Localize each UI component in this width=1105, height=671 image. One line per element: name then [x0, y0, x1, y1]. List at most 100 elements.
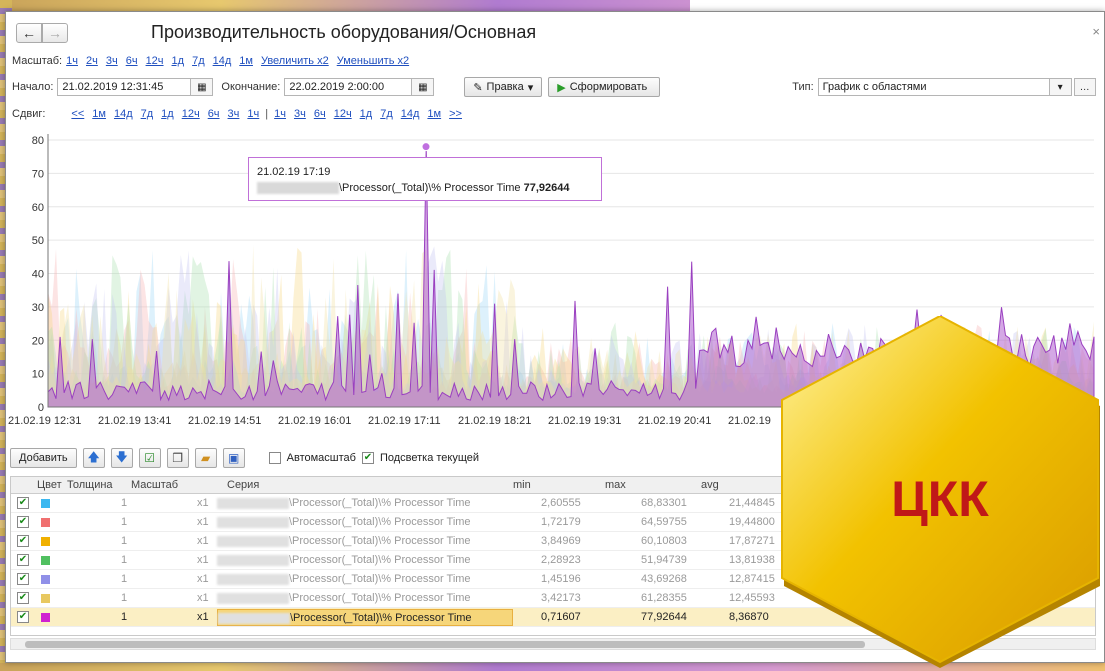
row-checkbox[interactable]: ✔	[17, 497, 29, 509]
highlight-checkbox[interactable]: ✔	[361, 452, 374, 464]
shift-back-link[interactable]: 12ч	[182, 108, 200, 120]
shift-forward-link[interactable]: 3ч	[294, 108, 306, 120]
cell-scale[interactable]: x1	[197, 592, 209, 604]
shift-forward-link[interactable]: 6ч	[314, 108, 326, 120]
scale-link[interactable]: 1м	[239, 55, 253, 67]
row-checkbox[interactable]: ✔	[17, 554, 29, 566]
type-label: Тип:	[792, 81, 814, 93]
cell-series[interactable]: \Processor(_Total)\% Processor Time	[217, 590, 513, 607]
color-swatch[interactable]	[41, 556, 50, 565]
scale-link[interactable]: 1ч	[66, 55, 78, 67]
cell-scale[interactable]: x1	[197, 497, 209, 509]
color-swatch[interactable]	[41, 575, 50, 584]
scale-link[interactable]: 14д	[213, 55, 232, 67]
color-swatch[interactable]	[41, 537, 50, 546]
play-icon: ▶	[557, 81, 566, 94]
shift-back-link[interactable]: 1ч	[247, 108, 259, 120]
forward-arrow-icon[interactable]: →	[42, 23, 68, 43]
cell-series[interactable]: \Processor(_Total)\% Processor Time	[217, 514, 513, 531]
scale-link[interactable]: Уменьшить x2	[337, 55, 409, 67]
redacted-host	[217, 554, 289, 566]
color-swatch[interactable]	[41, 518, 50, 527]
row-checkbox[interactable]: ✔	[17, 573, 29, 585]
redacted-host	[217, 592, 289, 604]
shift-back-link[interactable]: 3ч	[228, 108, 240, 120]
cell-series[interactable]: \Processor(_Total)\% Processor Time	[217, 495, 513, 512]
cell-thickness[interactable]: 1	[121, 592, 127, 604]
scrollbar-thumb[interactable]	[25, 641, 865, 648]
start-date-field[interactable]: 21.02.2019 12:31:45	[57, 78, 192, 96]
check-all-icon[interactable]: ☑	[138, 448, 161, 468]
shift-back-link[interactable]: 7д	[141, 108, 154, 120]
shift-back-link[interactable]: 14д	[114, 108, 133, 120]
scale-link[interactable]: 12ч	[146, 55, 164, 67]
shift-forward-link[interactable]: 1ч	[274, 108, 286, 120]
shift-forward-link[interactable]: 1м	[427, 108, 441, 120]
shift-forward-link[interactable]: >>	[449, 108, 462, 120]
edit-button[interactable]: ✎ Правка ▾	[464, 77, 543, 97]
close-icon[interactable]: ×	[1092, 24, 1100, 39]
shift-back-link[interactable]: <<	[71, 108, 84, 120]
color-swatch[interactable]	[41, 594, 50, 603]
chevron-down-icon: ▾	[527, 81, 534, 94]
scale-link[interactable]: Увеличить x2	[261, 55, 329, 67]
scale-link[interactable]: 3ч	[106, 55, 118, 67]
cell-avg: 21,44845	[729, 497, 775, 509]
redacted-host	[217, 516, 289, 528]
color-swatch[interactable]	[41, 613, 50, 622]
cell-thickness[interactable]: 1	[121, 554, 127, 566]
scale-link[interactable]: 7д	[192, 55, 205, 67]
move-down-icon[interactable]: 🡇	[110, 448, 133, 468]
cell-thickness[interactable]: 1	[121, 516, 127, 528]
shift-back-link[interactable]: 1м	[92, 108, 106, 120]
row-checkbox[interactable]: ✔	[17, 592, 29, 604]
cell-thickness[interactable]: 1	[121, 611, 127, 623]
scale-link[interactable]: 2ч	[86, 55, 98, 67]
cell-scale[interactable]: x1	[197, 516, 209, 528]
chevron-down-icon[interactable]: ▾	[1049, 78, 1072, 96]
row-checkbox[interactable]: ✔	[17, 611, 29, 623]
cell-series[interactable]: \Processor(_Total)\% Processor Time	[217, 533, 513, 550]
cell-series[interactable]: \Processor(_Total)\% Processor Time	[217, 552, 513, 569]
redacted-host	[257, 182, 339, 195]
shift-forward-link[interactable]: 1д	[360, 108, 373, 120]
cell-scale[interactable]: x1	[197, 554, 209, 566]
cell-series[interactable]: \Processor(_Total)\% Processor Time	[217, 571, 513, 588]
more-icon[interactable]: …	[1073, 78, 1096, 96]
shift-back-link[interactable]: 1д	[161, 108, 174, 120]
row-checkbox[interactable]: ✔	[17, 516, 29, 528]
move-up-icon[interactable]: 🡅	[82, 448, 105, 468]
scale-link[interactable]: 6ч	[126, 55, 138, 67]
cell-scale[interactable]: x1	[197, 535, 209, 547]
calendar-icon[interactable]: ▦	[412, 78, 435, 96]
add-button[interactable]: Добавить	[10, 448, 77, 468]
end-label: Окончание:	[221, 81, 281, 93]
open-folder-icon[interactable]: ▰	[194, 448, 217, 468]
cell-thickness[interactable]: 1	[121, 573, 127, 585]
tooltip-series: \Processor(_Total)\% Processor Time	[339, 182, 521, 194]
autoscale-checkbox[interactable]	[268, 452, 281, 464]
y-tick-label: 70	[32, 168, 44, 180]
shift-forward-link[interactable]: 14д	[401, 108, 420, 120]
shift-forward-link[interactable]: 7д	[380, 108, 393, 120]
generate-button[interactable]: ▶ Сформировать	[548, 77, 661, 97]
chart-type-select[interactable]: График с областями	[817, 78, 1050, 96]
save-icon[interactable]: ▣	[222, 448, 245, 468]
end-date-field[interactable]: 22.02.2019 2:00:00	[284, 78, 413, 96]
row-checkbox[interactable]: ✔	[17, 535, 29, 547]
color-swatch[interactable]	[41, 499, 50, 508]
redacted-host	[217, 535, 289, 547]
calendar-icon[interactable]: ▦	[191, 78, 214, 96]
shift-back-link[interactable]: 6ч	[208, 108, 220, 120]
cell-thickness[interactable]: 1	[121, 535, 127, 547]
back-arrow-icon[interactable]: ←	[16, 23, 42, 43]
cell-thickness[interactable]: 1	[121, 497, 127, 509]
copy-icon[interactable]: ❐	[166, 448, 189, 468]
cell-scale[interactable]: x1	[197, 611, 209, 623]
cell-scale[interactable]: x1	[197, 573, 209, 585]
cell-series[interactable]: \Processor(_Total)\% Processor Time	[217, 609, 513, 626]
series-name: \Processor(_Total)\% Processor Time	[289, 592, 471, 604]
scale-link[interactable]: 1д	[172, 55, 185, 67]
shift-forward-link[interactable]: 12ч	[334, 108, 352, 120]
title-bar: ← → Производительность оборудования/Осно…	[6, 12, 1104, 52]
